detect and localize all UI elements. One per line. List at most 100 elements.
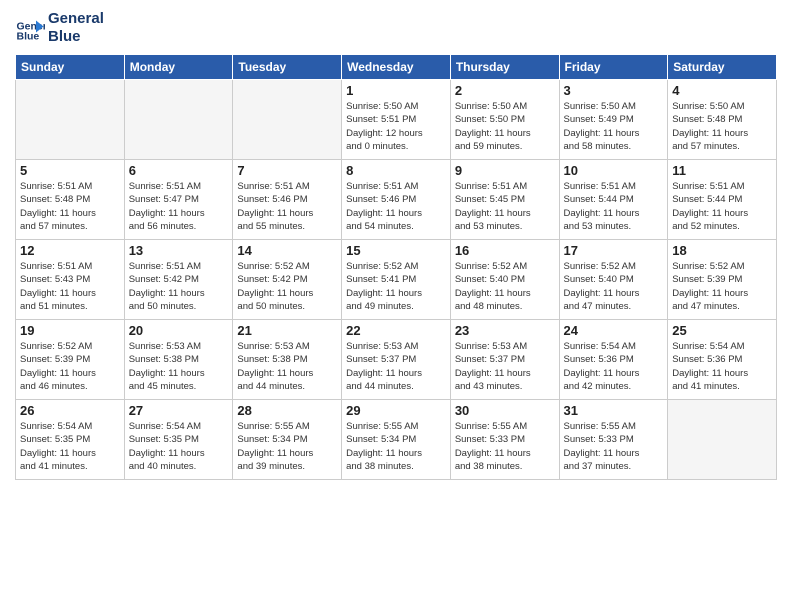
- day-info: Sunrise: 5:52 AMSunset: 5:39 PMDaylight:…: [672, 260, 772, 313]
- day-info: Sunrise: 5:52 AMSunset: 5:39 PMDaylight:…: [20, 340, 120, 393]
- day-info: Sunrise: 5:53 AMSunset: 5:38 PMDaylight:…: [237, 340, 337, 393]
- calendar-cell: 30 Sunrise: 5:55 AMSunset: 5:33 PMDayligh…: [450, 400, 559, 480]
- calendar-cell: 26Sunrise: 5:54 AMSunset: 5:35 PMDayligh…: [16, 400, 125, 480]
- logo-icon: General Blue: [15, 13, 45, 43]
- day-number: 12: [20, 243, 120, 258]
- calendar-cell: 12 Sunrise: 5:51 AMSunset: 5:43 PMDayligh…: [16, 240, 125, 320]
- day-info: Sunrise: 5:55 AMSunset: 5:34 PMDaylight:…: [346, 420, 446, 473]
- calendar-cell: 16 Sunrise: 5:52 AMSunset: 5:40 PMDayligh…: [450, 240, 559, 320]
- day-number: 10: [564, 163, 664, 178]
- logo-text: General Blue: [48, 10, 104, 46]
- calendar-cell: 20 Sunrise: 5:53 AMSunset: 5:38 PMDayligh…: [124, 320, 233, 400]
- week-row-4: 19 Sunrise: 5:52 AMSunset: 5:39 PMDayligh…: [16, 320, 777, 400]
- weekday-wednesday: Wednesday: [342, 55, 451, 80]
- day-info: Sunrise: 5:50 AMSunset: 5:50 PMDaylight:…: [455, 100, 555, 153]
- header: General Blue General Blue: [15, 10, 777, 46]
- day-info: Sunrise: 5:53 AMSunset: 5:37 PMDaylight:…: [455, 340, 555, 393]
- weekday-monday: Monday: [124, 55, 233, 80]
- calendar-cell: 14 Sunrise: 5:52 AMSunset: 5:42 PMDayligh…: [233, 240, 342, 320]
- day-number: 30: [455, 403, 555, 418]
- day-info: Sunrise: 5:52 AMSunset: 5:40 PMDaylight:…: [564, 260, 664, 313]
- day-number: 22: [346, 323, 446, 338]
- week-row-2: 5 Sunrise: 5:51 AMSunset: 5:48 PMDaylight…: [16, 160, 777, 240]
- day-number: 11: [672, 163, 772, 178]
- calendar-cell: 2 Sunrise: 5:50 AMSunset: 5:50 PMDaylight…: [450, 80, 559, 160]
- day-number: 2: [455, 83, 555, 98]
- page: General Blue General Blue SundayMondayTu…: [0, 0, 792, 612]
- day-info: Sunrise: 5:55 AMSunset: 5:33 PMDaylight:…: [564, 420, 664, 473]
- day-number: 24: [564, 323, 664, 338]
- calendar-cell: 24 Sunrise: 5:54 AMSunset: 5:36 PMDayligh…: [559, 320, 668, 400]
- calendar-cell: 5 Sunrise: 5:51 AMSunset: 5:48 PMDaylight…: [16, 160, 125, 240]
- calendar-cell: 19 Sunrise: 5:52 AMSunset: 5:39 PMDayligh…: [16, 320, 125, 400]
- day-number: 16: [455, 243, 555, 258]
- day-number: 15: [346, 243, 446, 258]
- day-info: Sunrise: 5:50 AMSunset: 5:51 PMDaylight:…: [346, 100, 446, 153]
- day-number: 17: [564, 243, 664, 258]
- calendar-cell: 21 Sunrise: 5:53 AMSunset: 5:38 PMDayligh…: [233, 320, 342, 400]
- day-info: Sunrise: 5:51 AMSunset: 5:45 PMDaylight:…: [455, 180, 555, 233]
- calendar-cell: [233, 80, 342, 160]
- calendar-cell: 11 Sunrise: 5:51 AMSunset: 5:44 PMDayligh…: [668, 160, 777, 240]
- day-info: Sunrise: 5:55 AMSunset: 5:33 PMDaylight:…: [455, 420, 555, 473]
- day-number: 27: [129, 403, 229, 418]
- day-number: 23: [455, 323, 555, 338]
- calendar-cell: 23 Sunrise: 5:53 AMSunset: 5:37 PMDayligh…: [450, 320, 559, 400]
- calendar-cell: 28 Sunrise: 5:55 AMSunset: 5:34 PMDayligh…: [233, 400, 342, 480]
- day-info: Sunrise: 5:54 AMSunset: 5:36 PMDaylight:…: [564, 340, 664, 393]
- day-number: 28: [237, 403, 337, 418]
- day-info: Sunrise: 5:54 AMSunset: 5:35 PMDaylight:…: [129, 420, 229, 473]
- weekday-saturday: Saturday: [668, 55, 777, 80]
- calendar-cell: 4 Sunrise: 5:50 AMSunset: 5:48 PMDaylight…: [668, 80, 777, 160]
- calendar-cell: [124, 80, 233, 160]
- calendar-cell: 3Sunrise: 5:50 AMSunset: 5:49 PMDaylight…: [559, 80, 668, 160]
- day-number: 6: [129, 163, 229, 178]
- day-number: 18: [672, 243, 772, 258]
- day-info: Sunrise: 5:53 AMSunset: 5:37 PMDaylight:…: [346, 340, 446, 393]
- calendar: SundayMondayTuesdayWednesdayThursdayFrid…: [15, 54, 777, 480]
- weekday-thursday: Thursday: [450, 55, 559, 80]
- day-info: Sunrise: 5:54 AMSunset: 5:35 PMDaylight:…: [20, 420, 120, 473]
- calendar-cell: 1Sunrise: 5:50 AMSunset: 5:51 PMDaylight…: [342, 80, 451, 160]
- day-number: 25: [672, 323, 772, 338]
- day-info: Sunrise: 5:51 AMSunset: 5:48 PMDaylight:…: [20, 180, 120, 233]
- day-number: 8: [346, 163, 446, 178]
- day-info: Sunrise: 5:52 AMSunset: 5:40 PMDaylight:…: [455, 260, 555, 313]
- calendar-cell: 13 Sunrise: 5:51 AMSunset: 5:42 PMDayligh…: [124, 240, 233, 320]
- day-number: 14: [237, 243, 337, 258]
- day-number: 21: [237, 323, 337, 338]
- weekday-sunday: Sunday: [16, 55, 125, 80]
- day-number: 4: [672, 83, 772, 98]
- calendar-cell: [16, 80, 125, 160]
- day-info: Sunrise: 5:51 AMSunset: 5:44 PMDaylight:…: [564, 180, 664, 233]
- day-number: 19: [20, 323, 120, 338]
- day-info: Sunrise: 5:52 AMSunset: 5:42 PMDaylight:…: [237, 260, 337, 313]
- week-row-1: 1Sunrise: 5:50 AMSunset: 5:51 PMDaylight…: [16, 80, 777, 160]
- day-info: Sunrise: 5:51 AMSunset: 5:47 PMDaylight:…: [129, 180, 229, 233]
- day-number: 20: [129, 323, 229, 338]
- week-row-5: 26Sunrise: 5:54 AMSunset: 5:35 PMDayligh…: [16, 400, 777, 480]
- calendar-cell: 8 Sunrise: 5:51 AMSunset: 5:46 PMDaylight…: [342, 160, 451, 240]
- day-number: 5: [20, 163, 120, 178]
- calendar-cell: 31 Sunrise: 5:55 AMSunset: 5:33 PMDayligh…: [559, 400, 668, 480]
- week-row-3: 12 Sunrise: 5:51 AMSunset: 5:43 PMDayligh…: [16, 240, 777, 320]
- calendar-cell: [668, 400, 777, 480]
- day-info: Sunrise: 5:50 AMSunset: 5:48 PMDaylight:…: [672, 100, 772, 153]
- day-info: Sunrise: 5:51 AMSunset: 5:44 PMDaylight:…: [672, 180, 772, 233]
- calendar-cell: 29Sunrise: 5:55 AMSunset: 5:34 PMDayligh…: [342, 400, 451, 480]
- day-info: Sunrise: 5:51 AMSunset: 5:46 PMDaylight:…: [346, 180, 446, 233]
- svg-text:Blue: Blue: [17, 30, 40, 42]
- calendar-cell: 22 Sunrise: 5:53 AMSunset: 5:37 PMDayligh…: [342, 320, 451, 400]
- day-number: 31: [564, 403, 664, 418]
- day-info: Sunrise: 5:52 AMSunset: 5:41 PMDaylight:…: [346, 260, 446, 313]
- day-info: Sunrise: 5:51 AMSunset: 5:43 PMDaylight:…: [20, 260, 120, 313]
- day-number: 3: [564, 83, 664, 98]
- calendar-cell: 17 Sunrise: 5:52 AMSunset: 5:40 PMDayligh…: [559, 240, 668, 320]
- day-info: Sunrise: 5:55 AMSunset: 5:34 PMDaylight:…: [237, 420, 337, 473]
- calendar-cell: 18 Sunrise: 5:52 AMSunset: 5:39 PMDayligh…: [668, 240, 777, 320]
- day-info: Sunrise: 5:51 AMSunset: 5:42 PMDaylight:…: [129, 260, 229, 313]
- day-info: Sunrise: 5:53 AMSunset: 5:38 PMDaylight:…: [129, 340, 229, 393]
- day-number: 7: [237, 163, 337, 178]
- day-number: 13: [129, 243, 229, 258]
- day-info: Sunrise: 5:51 AMSunset: 5:46 PMDaylight:…: [237, 180, 337, 233]
